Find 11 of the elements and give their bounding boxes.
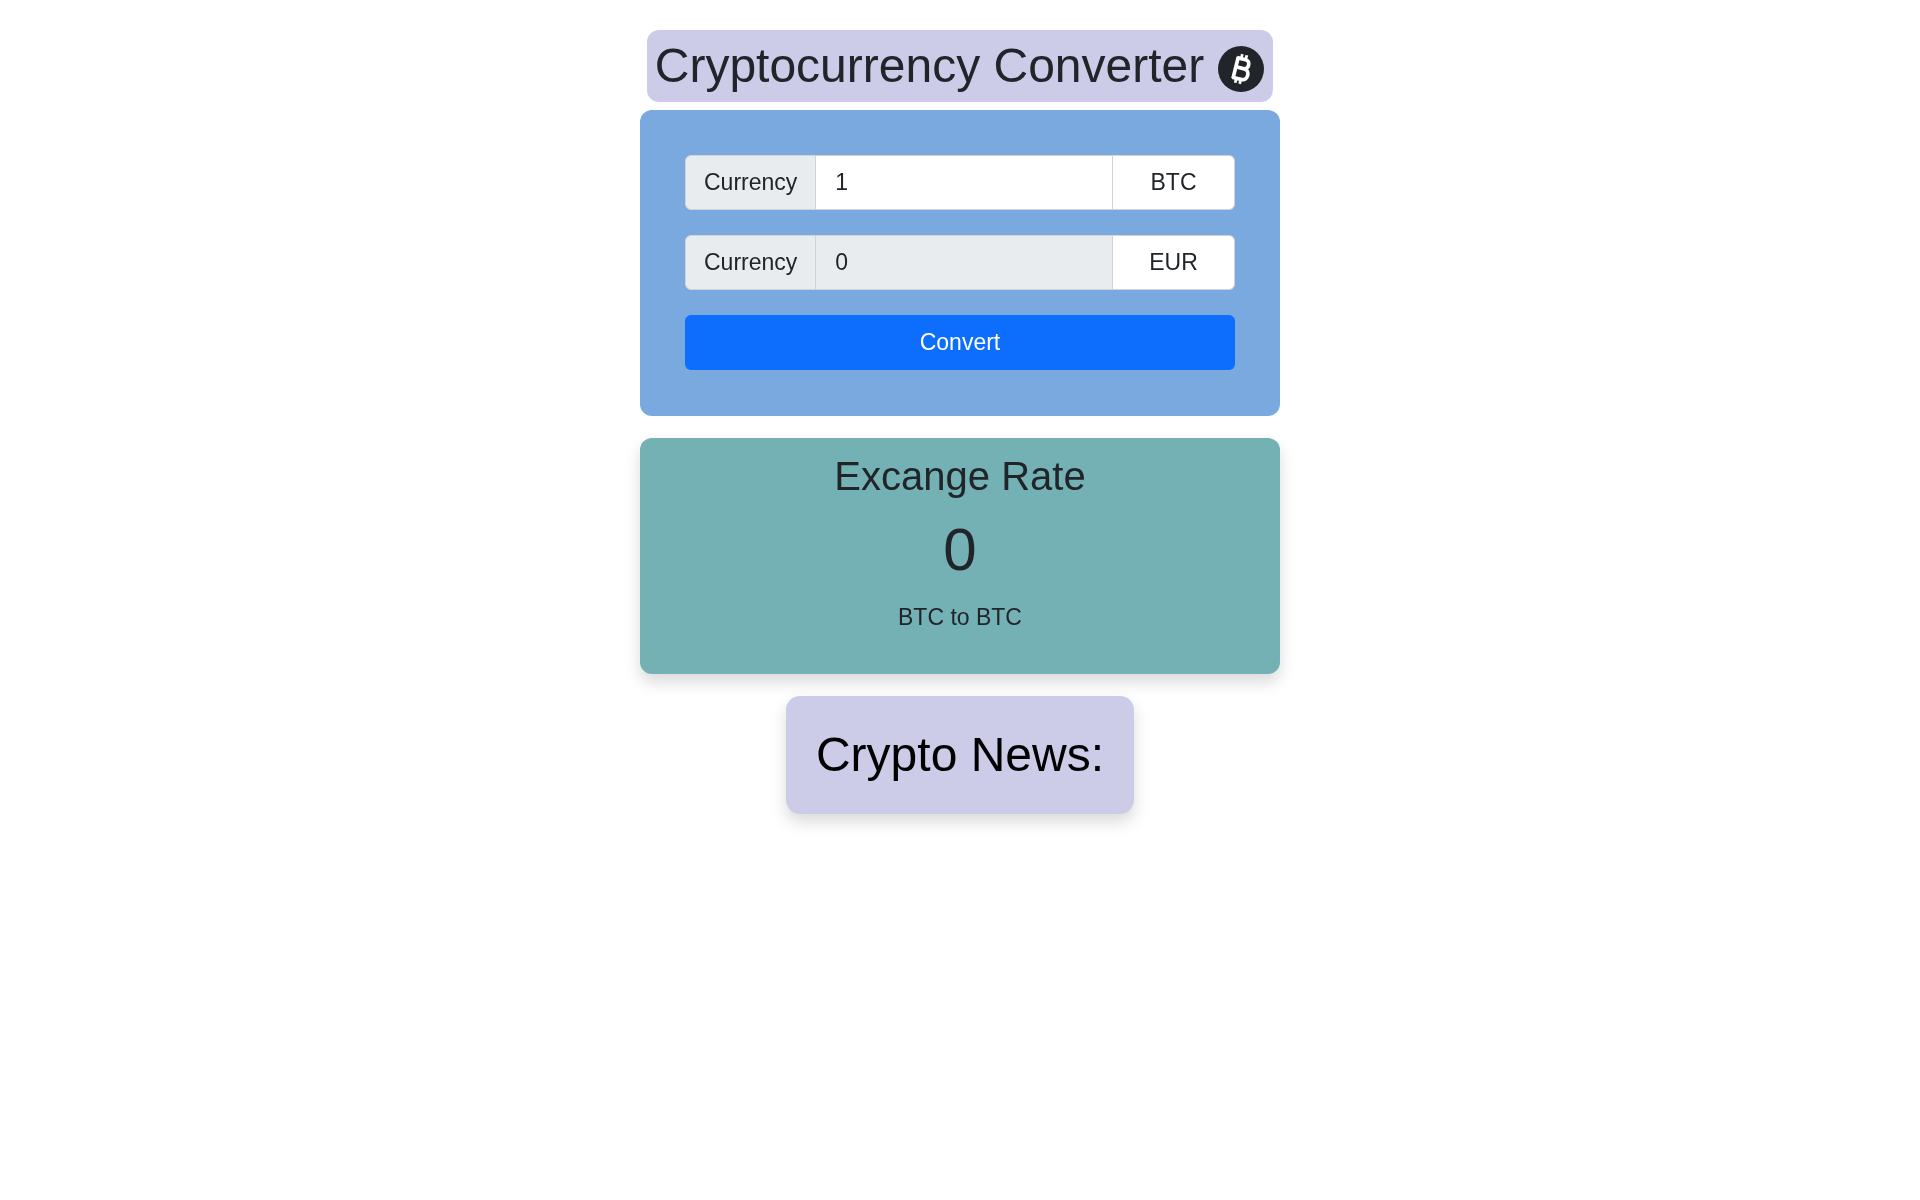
news-heading: Crypto News:	[815, 727, 1105, 783]
currency-pair: BTC to BTC	[897, 603, 1023, 632]
exchange-rate-value: 0	[942, 515, 978, 585]
app-title: Cryptocurrency Converter	[654, 38, 1205, 95]
currency-label: Currency	[685, 155, 817, 210]
currency-label: Currency	[685, 235, 817, 290]
exchange-rate-heading: Excange Rate	[833, 453, 1087, 500]
bitcoin-icon	[1218, 46, 1265, 92]
currency-field[interactable]: BTC	[1113, 155, 1235, 210]
amount-input[interactable]: 1	[816, 155, 1113, 210]
convert-button[interactable]: Convert	[685, 315, 1235, 370]
